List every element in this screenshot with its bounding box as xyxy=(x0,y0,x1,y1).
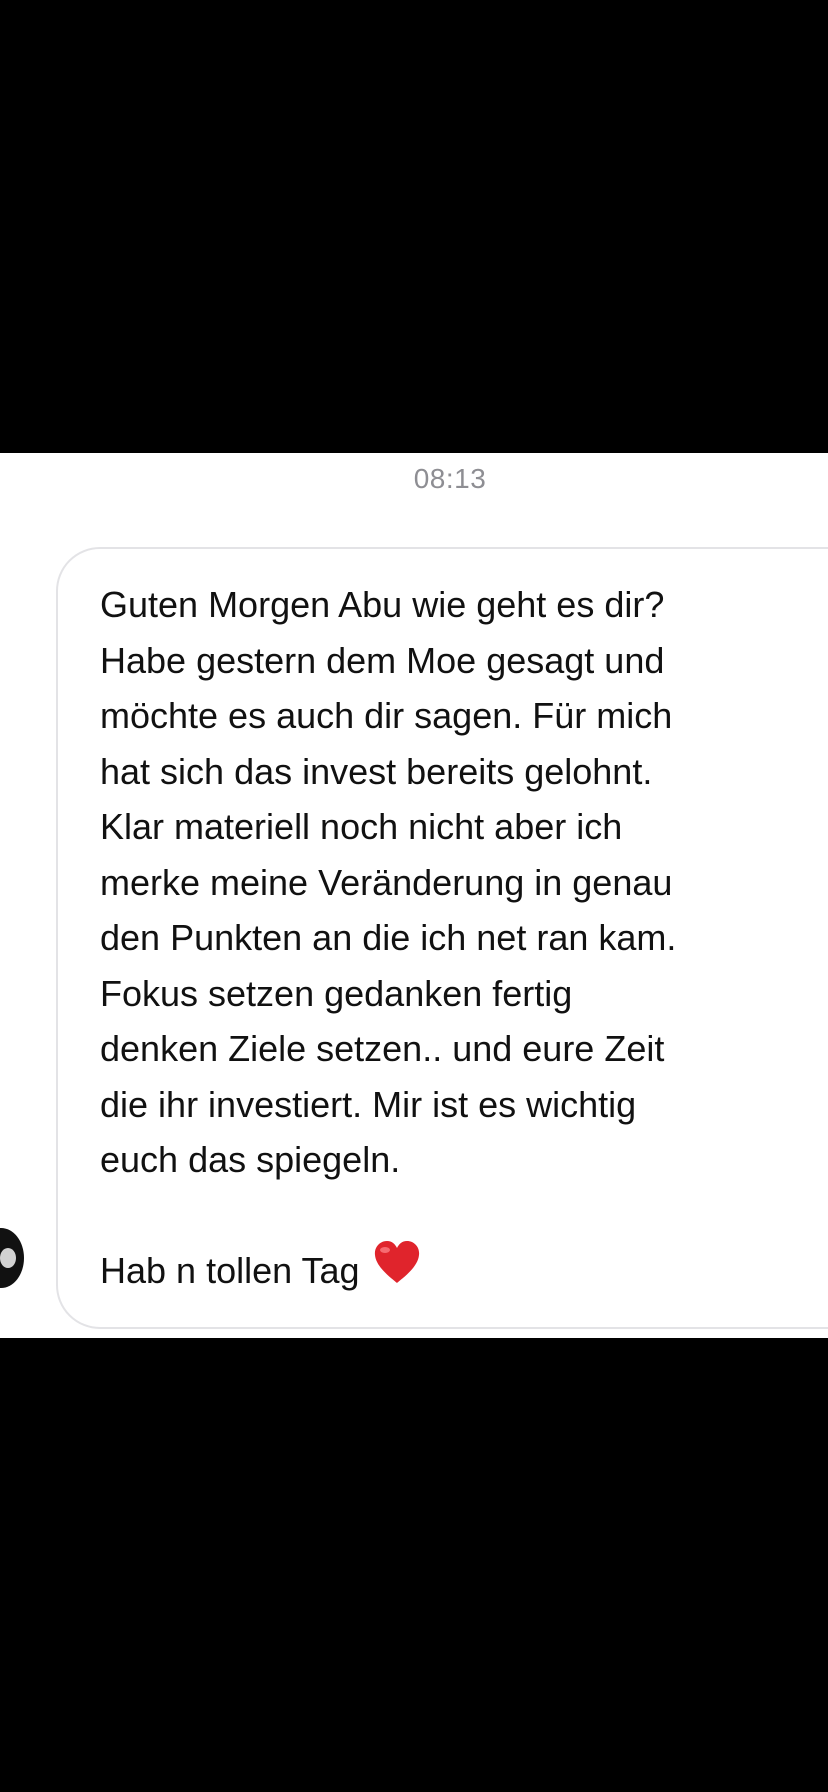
message-line: Guten Morgen Abu wie geht es dir? xyxy=(100,584,665,625)
message-bubble[interactable]: Guten Morgen Abu wie geht es dir? Habe g… xyxy=(56,547,828,1329)
message-line: möchte es auch dir sagen. Für mich xyxy=(100,695,673,736)
top-black-area xyxy=(0,0,828,453)
avatar-highlight xyxy=(0,1248,16,1268)
closing-line: Hab n tollen Tag xyxy=(100,1240,828,1300)
message-line: denken Ziele setzen.. und eure Zeit xyxy=(100,1028,665,1069)
message-line: Fokus setzen gedanken fertig xyxy=(100,972,573,1014)
message-timestamp: 08:13 xyxy=(413,463,487,494)
sender-avatar[interactable] xyxy=(0,1228,24,1288)
message-text: Guten Morgen Abu wie geht es dir? Habe g… xyxy=(100,577,828,1300)
message-line: Klar materiell noch nicht aber ich xyxy=(100,806,623,847)
message-line: hat sich das invest bereits gelohnt. xyxy=(100,750,653,792)
message-line: euch das spiegeln. xyxy=(100,1139,401,1180)
message-line: den Punkten an die ich net ran kam. xyxy=(100,917,677,958)
message-line: merke meine Veränderung in genau xyxy=(100,861,673,903)
message-line: Habe gestern dem Moe gesagt und xyxy=(100,639,665,681)
red-heart-icon xyxy=(372,1239,422,1301)
bottom-black-area xyxy=(0,1338,828,1792)
closing-text: Hab n tollen Tag xyxy=(100,1250,360,1291)
message-line: die ihr investiert. Mir ist es wichtig xyxy=(100,1083,637,1125)
chat-area: 08:13 Guten Morgen Abu wie geht es dir? … xyxy=(0,453,828,1338)
